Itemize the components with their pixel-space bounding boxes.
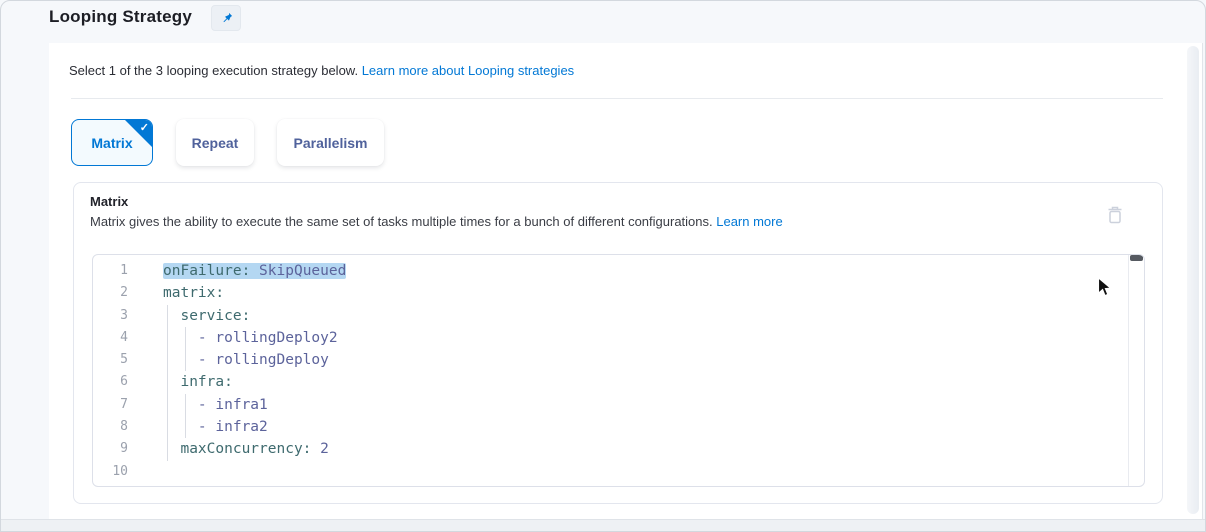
tab-repeat-label: Repeat	[192, 135, 239, 151]
code-line-3[interactable]: 3 service:	[93, 305, 1128, 327]
trash-icon[interactable]	[1106, 205, 1124, 225]
pin-icon	[219, 11, 234, 26]
line-number: 1	[93, 260, 128, 282]
line-number: 8	[93, 416, 128, 438]
line-number: 7	[93, 394, 128, 416]
code-line-4[interactable]: 4 - rollingDeploy2	[93, 327, 1128, 349]
code-rows: 1 onFailure: SkipQueued 2 matrix: 3 serv…	[93, 260, 1128, 483]
pin-button[interactable]	[211, 5, 241, 31]
looping-strategy-dialog: Looping Strategy Select 1 of the 3 loopi…	[0, 0, 1206, 532]
divider	[71, 98, 1163, 99]
editor-scrollbar-track	[1128, 255, 1129, 486]
code-line-7[interactable]: 7 - infra1	[93, 394, 1128, 416]
page-title: Looping Strategy	[49, 7, 192, 27]
code-line-1[interactable]: 1 onFailure: SkipQueued	[93, 260, 1128, 282]
line-number: 9	[93, 438, 128, 460]
code-line-2[interactable]: 2 matrix:	[93, 282, 1128, 304]
matrix-panel: Matrix Matrix gives the ability to execu…	[73, 182, 1163, 504]
bottom-strip	[1, 519, 1206, 532]
strategy-tabs: Matrix ✓ Repeat Parallelism	[71, 119, 384, 166]
intro-text-static: Select 1 of the 3 looping execution stra…	[69, 63, 362, 78]
selection-highlight: onFailure: SkipQueued	[163, 263, 346, 279]
code-line-10[interactable]: 10	[93, 461, 1128, 483]
line-number: 4	[93, 327, 128, 349]
code-line-6[interactable]: 6 infra:	[93, 371, 1128, 393]
tab-parallelism-label: Parallelism	[294, 135, 368, 151]
code-line-5[interactable]: 5 - rollingDeploy	[93, 349, 1128, 371]
code-line-8[interactable]: 8 - infra2	[93, 416, 1128, 438]
tab-matrix[interactable]: Matrix ✓	[71, 119, 153, 166]
matrix-panel-title: Matrix	[90, 194, 128, 209]
matrix-description-text: Matrix gives the ability to execute the …	[90, 214, 716, 229]
learn-more-link[interactable]: Learn more	[716, 214, 782, 229]
tab-parallelism[interactable]: Parallelism	[277, 119, 384, 166]
intro-text: Select 1 of the 3 looping execution stra…	[69, 63, 574, 78]
yaml-editor[interactable]: 1 onFailure: SkipQueued 2 matrix: 3 serv…	[92, 254, 1145, 487]
line-number: 10	[93, 461, 128, 483]
line-number: 2	[93, 282, 128, 304]
dialog-scrollbar[interactable]	[1187, 46, 1199, 514]
line-number: 5	[93, 349, 128, 371]
dialog-body: Select 1 of the 3 looping execution stra…	[49, 43, 1203, 519]
check-icon: ✓	[140, 121, 149, 134]
tab-repeat[interactable]: Repeat	[176, 119, 254, 166]
editor-scrollbar-thumb[interactable]	[1130, 255, 1143, 261]
code-line-9[interactable]: 9 maxConcurrency: 2	[93, 438, 1128, 460]
line-number: 3	[93, 305, 128, 327]
matrix-panel-description: Matrix gives the ability to execute the …	[90, 214, 783, 229]
line-number: 6	[93, 371, 128, 393]
learn-more-strategies-link[interactable]: Learn more about Looping strategies	[362, 63, 574, 78]
